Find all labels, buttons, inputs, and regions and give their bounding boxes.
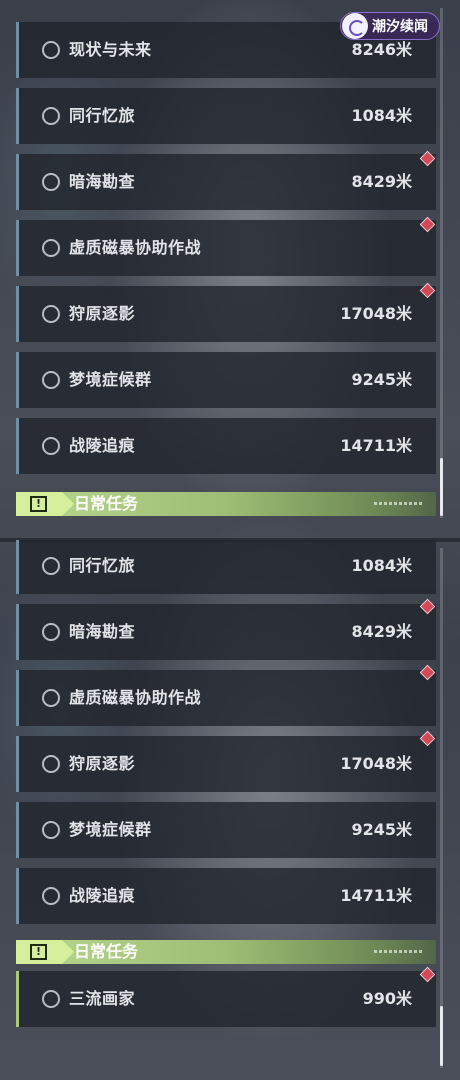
circle-outline-icon bbox=[42, 990, 60, 1008]
quest-list-bottom: 同行忆旅 1084米 暗海勘查 8429米 虚质磁暴协助作战 狩原逐影 1704… bbox=[0, 540, 460, 1080]
daily-quest-item[interactable]: 三流画家 990米 bbox=[16, 971, 436, 1027]
scrollbar-track[interactable] bbox=[440, 8, 443, 518]
quest-distance: 17048米 bbox=[340, 754, 412, 773]
quest-distance: 9245米 bbox=[351, 820, 412, 839]
quest-distance: 9245米 bbox=[351, 370, 412, 389]
exclamation-box-icon: ! bbox=[30, 496, 47, 512]
circle-outline-icon bbox=[42, 887, 60, 905]
event-badge[interactable]: 潮汐续闻 bbox=[340, 12, 440, 40]
circle-outline-icon bbox=[42, 755, 60, 773]
section-header-daily[interactable]: ! 日常任务 bbox=[16, 492, 436, 516]
circle-outline-icon bbox=[42, 173, 60, 191]
quest-distance: 14711米 bbox=[340, 886, 412, 905]
section-title: 日常任务 bbox=[74, 494, 139, 513]
quest-item[interactable]: 虚质磁暴协助作战 bbox=[16, 670, 436, 726]
quest-item[interactable]: 虚质磁暴协助作战 bbox=[16, 220, 436, 276]
circle-outline-icon bbox=[42, 107, 60, 125]
quest-item[interactable]: 暗海勘查 8429米 bbox=[16, 154, 436, 210]
quest-distance: 1084米 bbox=[351, 106, 412, 125]
quest-item[interactable]: 同行忆旅 1084米 bbox=[16, 540, 436, 594]
quest-name: 战陵追痕 bbox=[69, 886, 136, 905]
circle-outline-icon bbox=[42, 557, 60, 575]
scrollbar-track[interactable] bbox=[440, 548, 443, 1068]
exclamation-box-icon: ! bbox=[30, 944, 47, 960]
circle-outline-icon bbox=[42, 305, 60, 323]
quest-name: 梦境症候群 bbox=[69, 370, 152, 389]
quest-item[interactable]: 战陵追痕 14711米 bbox=[16, 418, 436, 474]
circle-outline-icon bbox=[42, 821, 60, 839]
quest-name: 暗海勘查 bbox=[69, 172, 136, 191]
quest-name: 现状与未来 bbox=[69, 40, 152, 59]
circle-outline-icon bbox=[42, 41, 60, 59]
section-title: 日常任务 bbox=[74, 942, 139, 961]
quest-distance: 1084米 bbox=[351, 556, 412, 575]
quest-name: 同行忆旅 bbox=[69, 556, 136, 575]
circle-outline-icon bbox=[42, 623, 60, 641]
circle-outline-icon bbox=[42, 371, 60, 389]
scrollbar-thumb[interactable] bbox=[440, 458, 443, 516]
scrollbar-thumb[interactable] bbox=[440, 1006, 443, 1066]
quest-item[interactable]: 梦境症候群 9245米 bbox=[16, 802, 436, 858]
quest-item[interactable]: 同行忆旅 1084米 bbox=[16, 88, 436, 144]
tide-logo-icon bbox=[342, 13, 368, 39]
section-header-daily[interactable]: ! 日常任务 bbox=[16, 940, 436, 964]
quest-name: 暗海勘查 bbox=[69, 622, 136, 641]
quest-name: 虚质磁暴协助作战 bbox=[69, 238, 202, 257]
quest-name: 狩原逐影 bbox=[69, 304, 136, 323]
decorative-stripe bbox=[374, 950, 422, 953]
quest-distance: 17048米 bbox=[340, 304, 412, 323]
circle-outline-icon bbox=[42, 239, 60, 257]
circle-outline-icon bbox=[42, 689, 60, 707]
decorative-stripe bbox=[374, 502, 422, 505]
quest-item[interactable]: 战陵追痕 14711米 bbox=[16, 868, 436, 924]
quest-distance: 8429米 bbox=[351, 172, 412, 191]
quest-name: 战陵追痕 bbox=[69, 436, 136, 455]
quest-distance: 8429米 bbox=[351, 622, 412, 641]
quest-distance: 14711米 bbox=[340, 436, 412, 455]
quest-name: 梦境症候群 bbox=[69, 820, 152, 839]
quest-item[interactable]: 狩原逐影 17048米 bbox=[16, 736, 436, 792]
quest-item[interactable]: 梦境症候群 9245米 bbox=[16, 352, 436, 408]
circle-outline-icon bbox=[42, 437, 60, 455]
quest-item[interactable]: 暗海勘查 8429米 bbox=[16, 604, 436, 660]
quest-item[interactable]: 狩原逐影 17048米 bbox=[16, 286, 436, 342]
event-badge-label: 潮汐续闻 bbox=[372, 19, 428, 35]
quest-name: 三流画家 bbox=[69, 989, 136, 1008]
quest-name: 同行忆旅 bbox=[69, 106, 136, 125]
quest-name: 狩原逐影 bbox=[69, 754, 136, 773]
quest-list-top: 现状与未来 8246米 同行忆旅 1084米 暗海勘查 8429米 虚质磁暴协助… bbox=[0, 0, 460, 540]
quest-distance: 990米 bbox=[362, 989, 412, 1008]
quest-name: 虚质磁暴协助作战 bbox=[69, 688, 202, 707]
